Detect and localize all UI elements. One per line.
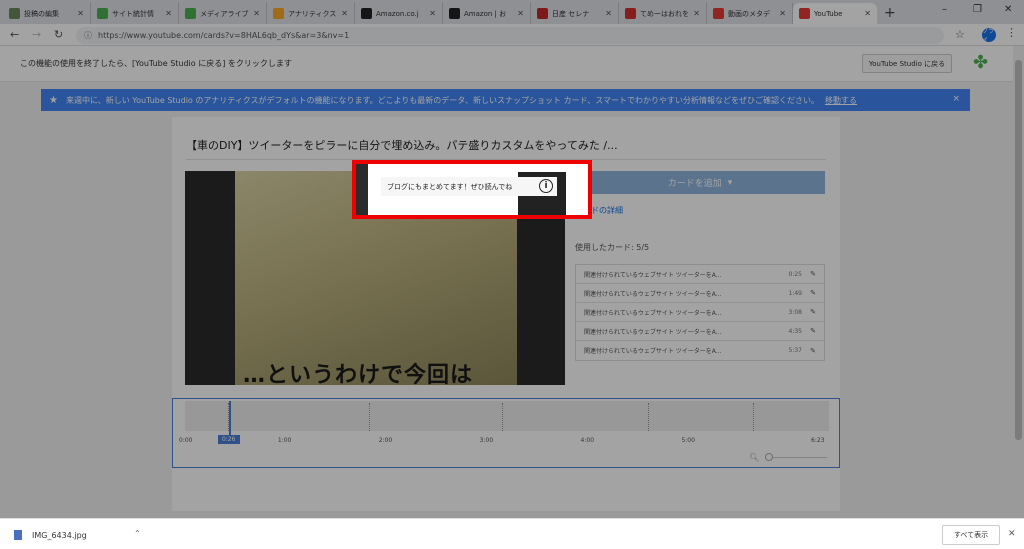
card-teaser[interactable]: ブログにもまとめてます！ぜひ読んでね i — [381, 177, 557, 196]
info-icon[interactable]: i — [539, 179, 553, 193]
downloads-bar: IMG_6434.jpg ⌃ すべて表示 ✕ — [0, 518, 1024, 549]
card-teaser-text: ブログにもまとめてます！ぜひ読んでね — [387, 182, 513, 191]
download-filename[interactable]: IMG_6434.jpg — [32, 531, 87, 540]
image-file-icon — [14, 530, 22, 540]
video-edge — [356, 164, 368, 215]
dim-overlay — [0, 0, 1024, 518]
close-icon[interactable]: ✕ — [1008, 529, 1016, 539]
chevron-up-icon[interactable]: ⌃ — [134, 529, 141, 538]
show-all-button[interactable]: すべて表示 — [942, 525, 1000, 545]
